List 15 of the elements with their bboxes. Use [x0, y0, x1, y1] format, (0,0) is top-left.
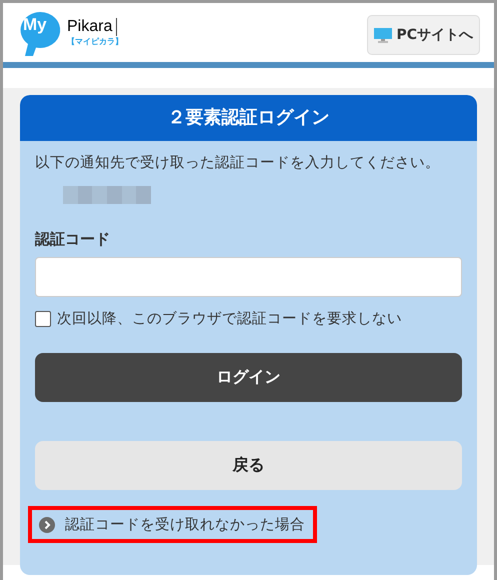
card-title: ２要素認証ログイン [20, 95, 477, 141]
logo-reading: 【マイピカラ】 [67, 36, 123, 47]
field-label: 認証コード [35, 230, 111, 249]
checkbox-label: 次回以降、このブラウザで認証コードを要求しない [57, 310, 402, 328]
chevron-icon [39, 516, 55, 532]
login-button[interactable]: ログイン [35, 353, 462, 402]
instruction-text: 以下の通知先で受け取った認証コードを入力してください。 [35, 154, 441, 172]
logo-mark: My [23, 14, 47, 34]
checkbox[interactable] [35, 310, 51, 326]
logo-name: Pikara [67, 18, 118, 36]
back-button[interactable]: 戻る [35, 441, 462, 490]
code-input-field[interactable] [35, 257, 462, 297]
pc-site-button[interactable]: PCサイトへ [367, 14, 480, 54]
help-link[interactable]: 認証コードを受け取れなかった場合 [28, 506, 317, 543]
monitor-icon [374, 26, 392, 42]
